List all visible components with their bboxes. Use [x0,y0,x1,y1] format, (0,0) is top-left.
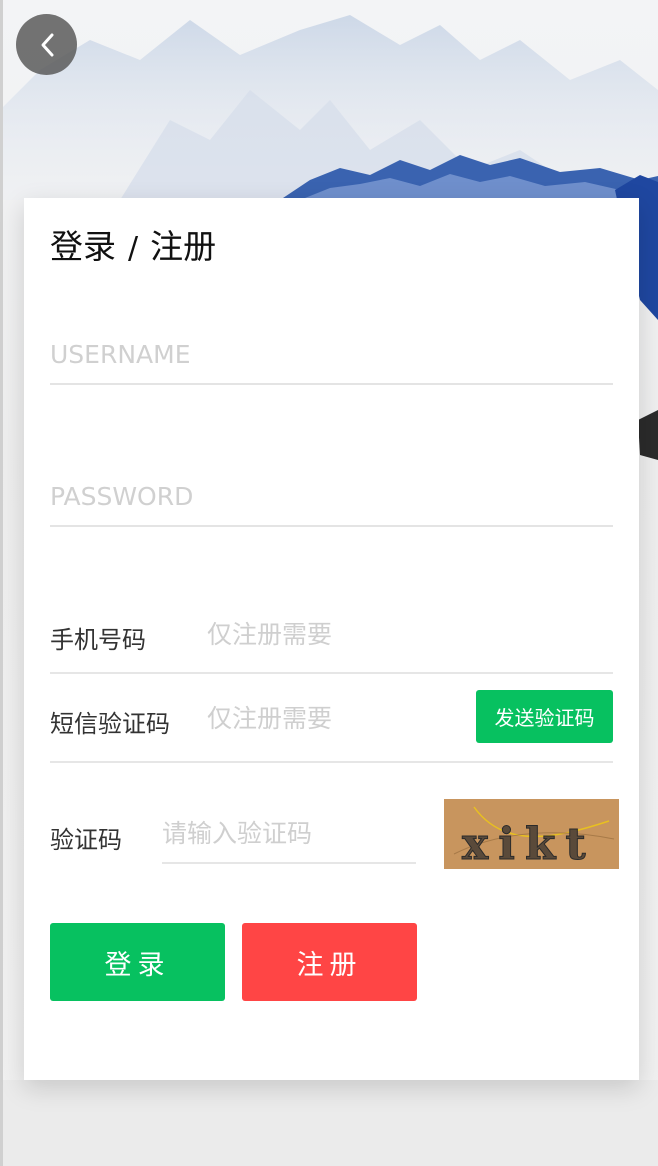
captcha-text: xikt [462,819,596,869]
chevron-left-icon [41,33,53,56]
username-input[interactable] [50,325,613,385]
captcha-label: 验证码 [50,826,122,854]
login-card: 登录 / 注册 手机号码 短信验证码 发送验证码 验证码 xikt 登录 注册 [24,198,639,1080]
register-button[interactable]: 注册 [242,923,417,1001]
sms-row: 短信验证码 发送验证码 [50,674,613,763]
left-border [0,0,3,1166]
title-separator: / [128,231,139,266]
send-code-button[interactable]: 发送验证码 [476,690,613,743]
title-register: 注册 [150,227,217,266]
phone-row: 手机号码 [50,598,613,674]
phone-label: 手机号码 [50,626,146,654]
title-login: 登录 [50,227,116,266]
phone-input[interactable] [207,612,507,656]
password-input[interactable] [50,467,613,527]
page-title: 登录 / 注册 [50,220,216,268]
captcha-input[interactable] [162,804,416,864]
captcha-image[interactable]: xikt [444,799,619,869]
login-button[interactable]: 登录 [50,923,225,1001]
sms-label: 短信验证码 [50,710,170,738]
back-button[interactable] [16,14,77,75]
sms-code-input[interactable] [207,696,437,740]
